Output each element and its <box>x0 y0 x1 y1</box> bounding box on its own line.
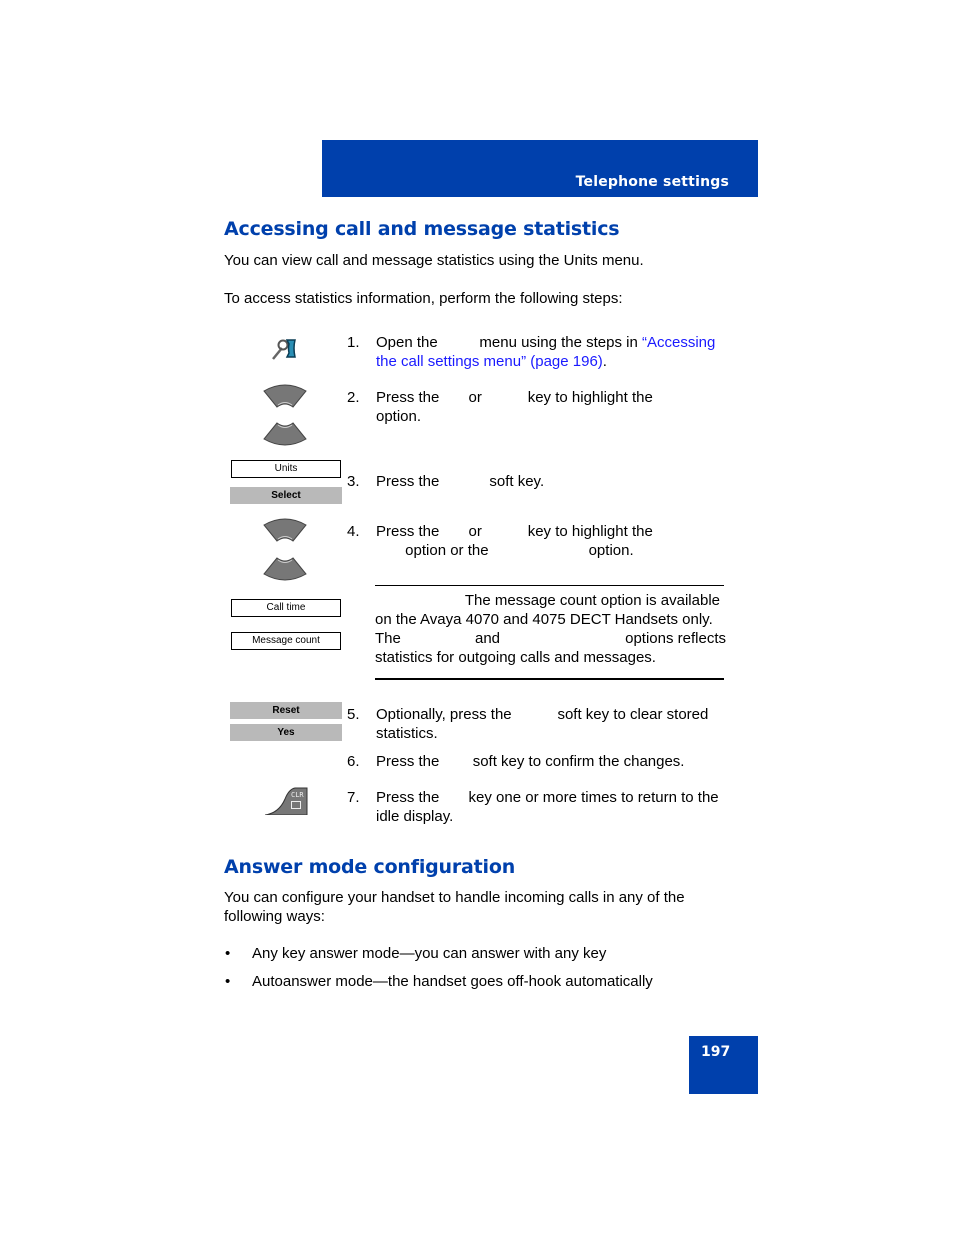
section-title: Telephone settings <box>575 174 729 190</box>
step-text: Press the soft key. <box>376 473 545 490</box>
step-number: 7. <box>347 789 360 806</box>
heading-accessing-statistics: Accessing call and message statistics <box>224 218 620 240</box>
intro-line: You can configure your handset to handle… <box>224 889 685 906</box>
display-item-units: Units <box>231 460 341 478</box>
note-bottom-rule <box>375 678 724 680</box>
page-number: 197 <box>701 1044 731 1060</box>
softkey-yes[interactable]: Yes <box>230 724 342 741</box>
answer-mode-intro: You can configure your handset to handle… <box>224 888 685 926</box>
navigation-down-key-icon[interactable] <box>263 556 307 582</box>
navigation-up-key-icon[interactable] <box>263 517 307 543</box>
intro-paragraph: You can view call and message statistics… <box>224 252 644 269</box>
note-text-part: and <box>475 630 501 647</box>
settings-wrench-phone-icon <box>272 339 296 360</box>
intro-line: following ways: <box>224 908 325 925</box>
step-text: Open the menu using the steps in “Access… <box>376 333 728 371</box>
note-top-rule <box>375 585 724 586</box>
display-item-message-count: Message count <box>231 632 341 650</box>
navigation-down-key-icon[interactable] <box>263 421 307 447</box>
note-text-part: options reflects <box>625 630 726 647</box>
clr-key-glyph <box>291 801 301 809</box>
note-block: The message count option is available on… <box>375 591 726 667</box>
step-text: Press the soft key to confirm the change… <box>376 753 685 770</box>
header-band: Telephone settings <box>322 140 758 197</box>
note-text-part: The <box>375 630 401 647</box>
step-number: 6. <box>347 753 360 770</box>
display-item-call-time: Call time <box>231 599 341 617</box>
step-text: option or the option. <box>376 542 634 559</box>
step-text: Press the key one or more times to retur… <box>376 789 719 806</box>
step-number: 4. <box>347 523 360 540</box>
heading-answer-mode: Answer mode configuration <box>224 856 516 878</box>
step-number: 2. <box>347 389 360 406</box>
step-text: Optionally, press the soft key to clear … <box>376 706 709 723</box>
step-text: option. <box>376 408 422 425</box>
softkey-reset[interactable]: Reset <box>230 702 342 719</box>
navigation-up-key-icon[interactable] <box>263 383 307 409</box>
step-number: 1. <box>347 334 360 351</box>
step-number: 3. <box>347 473 360 490</box>
step-text: Press the or key to highlight the <box>376 523 653 540</box>
bullet-text: Autoanswer mode—the handset goes off-hoo… <box>252 973 653 990</box>
bullet-icon: • <box>225 973 231 990</box>
step-text: idle display. <box>376 808 454 825</box>
note-line: The message count option is available <box>464 592 720 609</box>
step-text: statistics. <box>376 725 438 742</box>
note-line: statistics for outgoing calls and messag… <box>375 649 656 666</box>
bullet-text: Any key answer mode—you can answer with … <box>252 945 607 962</box>
step-text-part: . <box>602 353 607 370</box>
lead-paragraph: To access statistics information, perfor… <box>224 290 623 307</box>
bullet-icon: • <box>225 945 231 962</box>
clr-key-label: CLR <box>291 791 304 799</box>
page-number-box: 197 <box>689 1036 758 1094</box>
clr-key-icon[interactable]: CLR <box>264 787 308 816</box>
note-line: The and options reflects <box>375 629 726 648</box>
step-text: Press the or key to highlight the <box>376 389 653 406</box>
note-line: on the Avaya 4070 and 4075 DECT Handsets… <box>375 611 713 628</box>
step-number: 5. <box>347 706 360 723</box>
step-text-part: Open the menu using the steps in <box>376 334 642 351</box>
softkey-select[interactable]: Select <box>230 487 342 504</box>
